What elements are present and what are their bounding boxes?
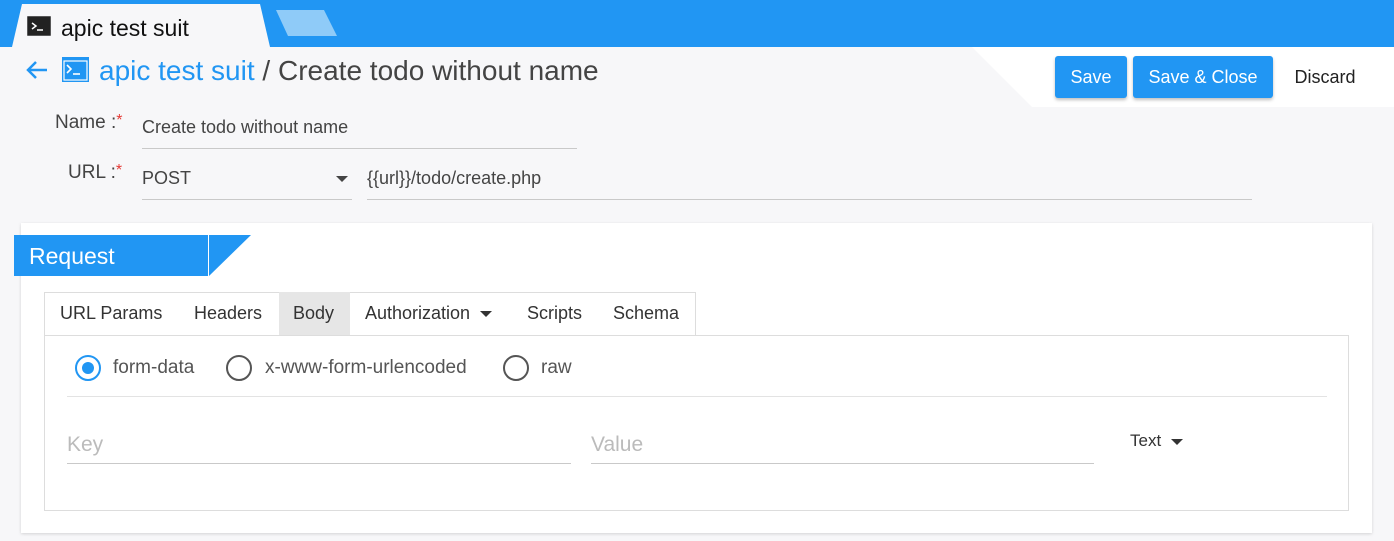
field-type-label: Text — [1130, 431, 1162, 450]
chevron-down-icon — [1171, 438, 1184, 445]
request-banner-divider — [208, 235, 209, 276]
radio-urlencoded-label[interactable]: x-www-form-urlencoded — [265, 357, 467, 379]
save-button[interactable]: Save — [1055, 56, 1127, 98]
required-mark: * — [116, 112, 123, 129]
tab-authorization-label: Authorization — [365, 303, 471, 323]
url-field-underline — [367, 199, 1252, 200]
url-field[interactable]: {{url}}/todo/create.php — [367, 168, 541, 189]
radio-form-data-label[interactable]: form-data — [113, 357, 194, 379]
chevron-down-icon — [480, 311, 493, 318]
field-type-select[interactable]: Text — [1130, 431, 1184, 451]
value-input[interactable] — [591, 427, 1094, 464]
name-field[interactable]: Create todo without name — [142, 117, 348, 138]
method-select[interactable]: POST — [142, 168, 191, 189]
tab-headers[interactable]: Headers — [179, 292, 279, 336]
breadcrumb-suite-link[interactable]: apic test suit — [99, 55, 255, 86]
chevron-down-icon[interactable] — [336, 176, 348, 182]
discard-button[interactable]: Discard — [1280, 56, 1370, 98]
tab-authorization[interactable]: Authorization — [350, 292, 512, 336]
url-label: URL :* — [68, 162, 122, 184]
breadcrumb: apic test suit / Create todo without nam… — [99, 54, 599, 88]
name-label-text: Name : — [55, 112, 117, 133]
tab-title[interactable]: apic test suit — [61, 14, 189, 42]
key-input[interactable] — [67, 427, 571, 464]
radio-form-data[interactable] — [75, 355, 101, 381]
tab-url-params[interactable]: URL Params — [45, 292, 179, 336]
tab-schema[interactable]: Schema — [598, 292, 695, 336]
name-field-underline — [142, 148, 577, 149]
request-title: Request — [29, 243, 115, 269]
terminal-icon — [61, 56, 90, 83]
terminal-icon — [27, 16, 51, 36]
method-select-underline — [142, 199, 352, 200]
divider — [67, 396, 1327, 397]
tab-body[interactable]: Body — [279, 292, 350, 336]
radio-raw-label[interactable]: raw — [541, 357, 572, 379]
page-title: Create todo without name — [277, 55, 599, 86]
tab-scripts[interactable]: Scripts — [512, 292, 598, 336]
url-label-text: URL : — [68, 162, 116, 183]
save-close-button[interactable]: Save & Close — [1133, 56, 1273, 98]
name-label: Name :* — [55, 112, 122, 134]
radio-urlencoded[interactable] — [226, 355, 252, 381]
breadcrumb-separator: / — [254, 55, 278, 86]
radio-raw[interactable] — [503, 355, 529, 381]
arrow-left-icon[interactable] — [25, 59, 49, 81]
required-mark: * — [115, 162, 123, 179]
